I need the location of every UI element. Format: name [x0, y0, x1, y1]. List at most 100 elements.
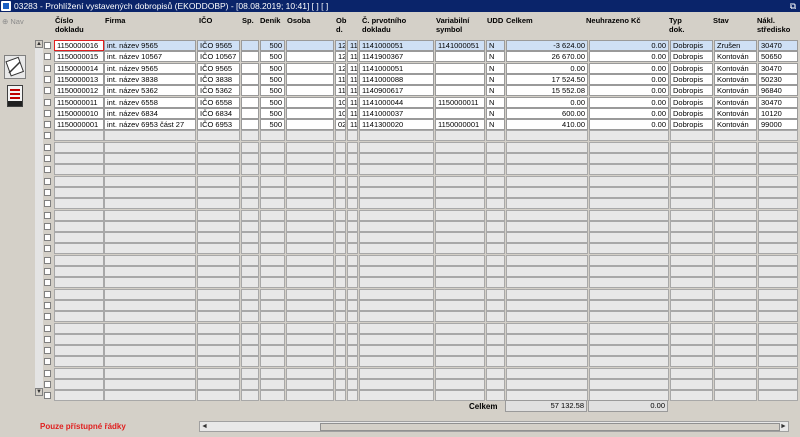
- cell-typ[interactable]: Dobropis: [670, 96, 713, 108]
- cell-cislo[interactable]: [54, 356, 104, 368]
- cell-ico[interactable]: [197, 356, 240, 368]
- cell-firma[interactable]: [104, 266, 196, 277]
- cell-neuhrazeno[interactable]: [589, 356, 669, 368]
- cell-sp[interactable]: [241, 40, 259, 51]
- cell-ico[interactable]: [197, 299, 240, 311]
- cell-celkem[interactable]: 17 524.50: [506, 73, 588, 85]
- cell-sp[interactable]: [241, 96, 259, 108]
- cell-udd[interactable]: [486, 390, 505, 402]
- cell-denik[interactable]: 500: [260, 119, 285, 131]
- cell-naklad[interactable]: [758, 164, 798, 176]
- cell-ob[interactable]: [335, 333, 346, 345]
- cell-firma[interactable]: [104, 367, 196, 379]
- cell-ob[interactable]: 10: [335, 96, 346, 108]
- cell-osoba[interactable]: [286, 186, 334, 198]
- cell-osoba[interactable]: [286, 62, 334, 74]
- cell-neuhrazeno[interactable]: [589, 141, 669, 153]
- cell-udd[interactable]: [486, 186, 505, 198]
- cell-sp[interactable]: [241, 175, 259, 187]
- cell-celkem[interactable]: [506, 198, 588, 210]
- cell-stav[interactable]: [714, 266, 757, 277]
- cell-denik[interactable]: [260, 266, 285, 277]
- nav-button[interactable]: ⊕ Nav: [2, 17, 24, 26]
- horizontal-scrollbar[interactable]: ◄ ►: [199, 421, 789, 432]
- cell-ico[interactable]: [197, 232, 240, 244]
- cell-d[interactable]: [347, 390, 358, 402]
- cell-d[interactable]: 11: [347, 107, 358, 119]
- cell-varsym[interactable]: [435, 379, 485, 390]
- cell-ob[interactable]: [335, 356, 346, 368]
- cell-varsym[interactable]: [435, 153, 485, 164]
- cell-stav[interactable]: Kontován: [714, 107, 757, 119]
- cell-ob[interactable]: [335, 198, 346, 210]
- cell-naklad[interactable]: [758, 333, 798, 345]
- cell-udd[interactable]: N: [486, 107, 505, 119]
- cell-stav[interactable]: Kontován: [714, 51, 757, 63]
- table-row[interactable]: 1150000015 int. název 10567 IČO 10567 500 12…: [33, 51, 798, 63]
- cell-prvotni[interactable]: [359, 288, 434, 300]
- cell-udd[interactable]: [486, 141, 505, 153]
- cell-naklad[interactable]: 99000: [758, 119, 798, 131]
- cell-ico[interactable]: IČO 10567: [197, 51, 240, 63]
- table-row[interactable]: 1150000013 int. název 3838 IČO 3838 500 11 11…: [33, 73, 798, 85]
- cell-naklad[interactable]: [758, 299, 798, 311]
- col-header-celkem[interactable]: Celkem: [506, 16, 533, 25]
- cell-cislo[interactable]: [54, 322, 104, 334]
- cell-varsym[interactable]: [435, 130, 485, 142]
- cell-cislo[interactable]: [54, 243, 104, 255]
- cell-naklad[interactable]: [758, 356, 798, 368]
- cell-sp[interactable]: [241, 107, 259, 119]
- cell-udd[interactable]: N: [486, 51, 505, 63]
- cell-denik[interactable]: [260, 198, 285, 210]
- cell-neuhrazeno[interactable]: [589, 322, 669, 334]
- cell-prvotni[interactable]: [359, 379, 434, 390]
- row-select-checkbox[interactable]: [44, 301, 51, 309]
- cell-denik[interactable]: [260, 277, 285, 289]
- cell-varsym[interactable]: [435, 141, 485, 153]
- cell-neuhrazeno[interactable]: [589, 254, 669, 266]
- cell-osoba[interactable]: [286, 164, 334, 176]
- cell-ico[interactable]: IČO 6558: [197, 96, 240, 108]
- cell-firma[interactable]: int. název 6953 část 27: [104, 119, 196, 131]
- cell-cislo[interactable]: [54, 266, 104, 277]
- row-select-checkbox[interactable]: [44, 245, 51, 253]
- cell-d[interactable]: [347, 130, 358, 142]
- cell-ico[interactable]: [197, 141, 240, 153]
- cell-neuhrazeno[interactable]: 0.00: [589, 73, 669, 85]
- cell-neuhrazeno[interactable]: 0.00: [589, 96, 669, 108]
- cell-cislo[interactable]: [54, 390, 104, 402]
- cell-typ[interactable]: [670, 198, 713, 210]
- cell-osoba[interactable]: [286, 175, 334, 187]
- cell-prvotni[interactable]: [359, 345, 434, 357]
- cell-prvotni[interactable]: [359, 220, 434, 232]
- cell-firma[interactable]: int. název 10567: [104, 51, 196, 63]
- print-report-tool-icon[interactable]: [7, 85, 23, 107]
- cell-neuhrazeno[interactable]: 0.00: [589, 85, 669, 97]
- cell-d[interactable]: [347, 299, 358, 311]
- cell-ob[interactable]: [335, 367, 346, 379]
- cell-denik[interactable]: [260, 333, 285, 345]
- cell-typ[interactable]: Dobropis: [670, 119, 713, 131]
- cell-ico[interactable]: [197, 153, 240, 164]
- cell-osoba[interactable]: [286, 141, 334, 153]
- table-row[interactable]: [33, 220, 798, 232]
- cell-prvotni[interactable]: [359, 209, 434, 221]
- cell-stav[interactable]: [714, 379, 757, 390]
- cell-firma[interactable]: [104, 164, 196, 176]
- cell-naklad[interactable]: [758, 345, 798, 357]
- cell-typ[interactable]: Dobropis: [670, 51, 713, 63]
- edit-document-tool-icon[interactable]: [4, 55, 26, 79]
- cell-prvotni[interactable]: 1141000088: [359, 73, 434, 85]
- cell-d[interactable]: [347, 345, 358, 357]
- row-select-checkbox[interactable]: [44, 256, 51, 264]
- table-row[interactable]: [33, 345, 798, 357]
- cell-naklad[interactable]: [758, 175, 798, 187]
- cell-varsym[interactable]: [435, 367, 485, 379]
- cell-sp[interactable]: [241, 288, 259, 300]
- cell-ico[interactable]: [197, 175, 240, 187]
- row-select-checkbox[interactable]: [44, 177, 51, 185]
- table-row[interactable]: 1150000014 int. název 9565 IČO 9565 500 12 11…: [33, 62, 798, 74]
- cell-celkem[interactable]: [506, 130, 588, 142]
- cell-stav[interactable]: [714, 299, 757, 311]
- cell-ob[interactable]: [335, 186, 346, 198]
